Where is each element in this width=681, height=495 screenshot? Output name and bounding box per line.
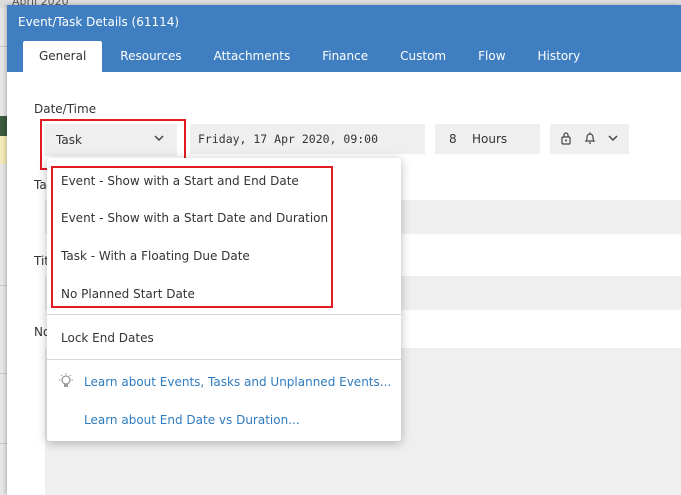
start-date-field[interactable]: Friday, 17 Apr 2020, 09:00 <box>190 124 425 154</box>
background-divider <box>0 373 7 374</box>
tab-general[interactable]: General <box>23 41 103 72</box>
background-yellow-bar <box>0 136 7 164</box>
duration-unit: Hours <box>472 132 508 146</box>
duration-field[interactable]: 8 Hours <box>435 124 540 154</box>
menu-divider <box>47 359 401 360</box>
start-date-value: Friday, 17 Apr 2020, 09:00 <box>198 132 379 146</box>
tab-custom[interactable]: Custom <box>384 41 462 72</box>
bell-icon[interactable] <box>584 131 596 148</box>
tab-finance[interactable]: Finance <box>306 41 384 72</box>
tab-bar: General Resources Attachments Finance Cu… <box>23 41 596 72</box>
tab-attachments[interactable]: Attachments <box>198 41 307 72</box>
menu-divider <box>47 314 401 315</box>
datetime-label: Date/Time <box>34 102 97 116</box>
lightbulb-icon <box>57 372 75 393</box>
background-divider <box>0 46 7 47</box>
background-divider <box>0 285 7 286</box>
duration-value: 8 <box>449 132 457 146</box>
background-divider <box>0 443 7 444</box>
tab-resources[interactable]: Resources <box>104 41 197 72</box>
options-field <box>550 124 629 154</box>
lock-icon[interactable] <box>560 131 572 148</box>
chevron-down-icon[interactable] <box>607 131 619 148</box>
dialog-titlebar: Event/Task Details (61114) General Resou… <box>7 5 681 72</box>
link-learn-events-tasks[interactable]: Learn about Events, Tasks and Unplanned … <box>84 375 391 389</box>
dialog-title: Event/Task Details (61114) <box>18 15 180 29</box>
link-learn-end-date-duration[interactable]: Learn about End Date vs Duration... <box>84 413 300 427</box>
tab-flow[interactable]: Flow <box>462 41 521 72</box>
menu-item-lock-end-dates[interactable]: Lock End Dates <box>61 331 154 345</box>
tab-history[interactable]: History <box>522 41 597 72</box>
task-label-partial: Ta <box>34 178 47 192</box>
background-green-bar <box>0 116 7 136</box>
menu-options-highlight <box>51 166 333 308</box>
